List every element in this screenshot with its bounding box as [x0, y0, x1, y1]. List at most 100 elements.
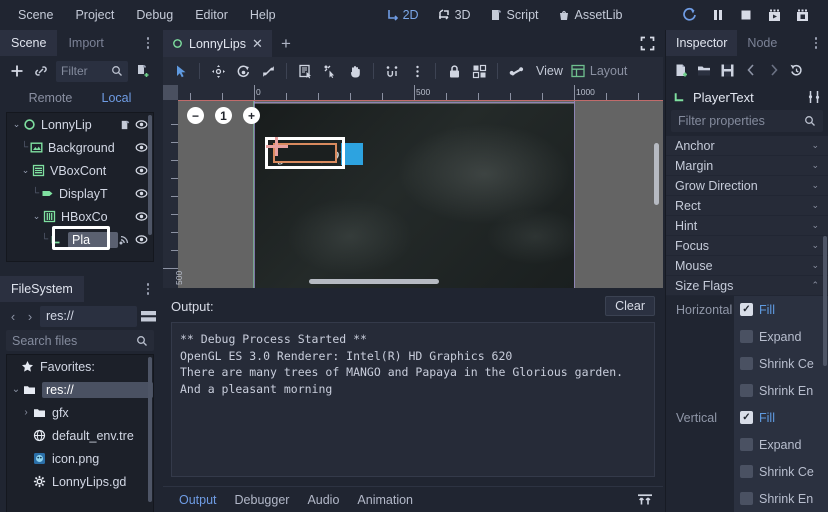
tab-animation[interactable]: Animation	[349, 490, 421, 510]
list-select-tool[interactable]	[293, 59, 317, 83]
menu-scene[interactable]: Scene	[8, 4, 63, 26]
create-script-icon[interactable]	[132, 60, 154, 82]
checkbox-horizontal-shrink-end[interactable]: Shrink En	[734, 377, 828, 404]
scene-tree-scrollbar[interactable]	[148, 115, 152, 235]
inspector-scrollbar[interactable]	[823, 236, 827, 366]
visibility-icon[interactable]	[135, 187, 148, 200]
tab-remote[interactable]: Remote	[29, 91, 73, 105]
checkbox-horizontal-expand[interactable]: Expand	[734, 323, 828, 350]
checkbox-icon[interactable]	[740, 465, 753, 478]
save-icon[interactable]	[717, 60, 738, 81]
menu-help[interactable]: Help	[240, 4, 286, 26]
scene-dock-menu-icon[interactable]	[142, 34, 154, 52]
checkbox-vertical-shrink-end[interactable]: Shrink En	[734, 485, 828, 512]
checkbox-icon[interactable]	[740, 411, 753, 424]
zoom-out-button[interactable]: −	[187, 107, 204, 124]
bone-tool[interactable]	[504, 59, 528, 83]
scene-tree-row-playertext[interactable]: └ Pla	[7, 228, 153, 251]
viewport-horizontal-scrollbar[interactable]	[309, 279, 439, 284]
filesystem-row-lonnylips-gd[interactable]: LonnyLips.gd	[7, 470, 153, 493]
filesystem-row-gfx[interactable]: › gfx	[7, 401, 153, 424]
horizontal-ruler[interactable]: 0 500 1000	[163, 85, 663, 100]
inspector-filter-input[interactable]: Filter properties	[671, 110, 823, 132]
expand-arrow-icon[interactable]: ⌄	[20, 165, 31, 176]
visibility-icon[interactable]	[135, 233, 148, 246]
property-mouse[interactable]: Mouse ⌄	[666, 256, 828, 276]
tab-local[interactable]: Local	[102, 91, 132, 105]
chevron-down-icon[interactable]: ⌄	[811, 200, 819, 211]
checkbox-horizontal-fill[interactable]: Fill	[734, 296, 828, 323]
output-log[interactable]: ** Debug Process Started ** OpenGL ES 3.…	[171, 322, 655, 477]
chevron-down-icon[interactable]: ⌄	[811, 160, 819, 171]
checkbox-icon[interactable]	[740, 438, 753, 451]
expand-arrow-icon[interactable]: ⌄	[11, 119, 22, 130]
select-tool[interactable]	[169, 59, 193, 83]
collapse-bottom-icon[interactable]	[637, 493, 653, 506]
chalkboard-background-sprite[interactable]: Javatpoint	[254, 104, 574, 288]
checkbox-horizontal-shrink-center[interactable]: Shrink Ce	[734, 350, 828, 377]
checkbox-vertical-fill[interactable]: Fill	[734, 404, 828, 431]
vertical-ruler[interactable]: 500	[163, 85, 184, 288]
open-resource-icon[interactable]	[694, 60, 715, 81]
scene-tree-row-background[interactable]: └ Background	[7, 136, 153, 159]
add-node-icon[interactable]	[6, 60, 28, 82]
pause-button[interactable]	[709, 6, 727, 24]
clear-output-button[interactable]: Clear	[605, 296, 655, 316]
chevron-down-icon[interactable]: ⌄	[811, 220, 819, 231]
new-scene-tab-button[interactable]: +	[272, 30, 300, 57]
chevron-down-icon[interactable]: ⌄	[811, 140, 819, 151]
scale-tool[interactable]	[256, 59, 280, 83]
mode-assetlib-button[interactable]: AssetLib	[550, 5, 630, 25]
tab-output[interactable]: Output	[171, 490, 225, 510]
tab-scene[interactable]: Scene	[0, 30, 58, 56]
tab-audio[interactable]: Audio	[299, 490, 347, 510]
chevron-down-icon[interactable]: ⌄	[811, 260, 819, 271]
canvas-viewport[interactable]: Javatpoint − 1 +	[163, 85, 663, 288]
checkbox-icon[interactable]	[740, 384, 753, 397]
link-icon[interactable]	[30, 60, 52, 82]
move-tool[interactable]	[206, 59, 230, 83]
scene-tree-row-hboxco[interactable]: ⌄ HBoxCo	[7, 205, 153, 228]
chevron-down-icon[interactable]: ⌄	[811, 240, 819, 251]
play-button[interactable]	[681, 6, 699, 24]
expand-arrow-icon[interactable]: ›	[20, 407, 32, 418]
ruler-corner-button[interactable]	[163, 85, 178, 100]
expand-arrow-icon[interactable]: ⌄	[31, 211, 42, 222]
new-resource-icon[interactable]	[671, 60, 692, 81]
object-tools-icon[interactable]	[807, 90, 821, 104]
snap-tool[interactable]	[380, 59, 404, 83]
scene-tree-row-lonnylip[interactable]: ⌄ LonnyLip	[7, 113, 153, 136]
visibility-icon[interactable]	[135, 118, 148, 131]
filesystem-row-res[interactable]: ⌄ res://	[7, 378, 153, 401]
chevron-right-icon[interactable]	[763, 60, 784, 81]
visibility-icon[interactable]	[135, 210, 148, 223]
filesystem-scrollbar[interactable]	[148, 357, 152, 502]
script-icon[interactable]	[119, 119, 131, 131]
layout-menu-button[interactable]: Layout	[571, 64, 634, 78]
tab-import[interactable]: Import	[57, 30, 114, 56]
chevron-left-icon[interactable]	[740, 60, 761, 81]
pan-tool[interactable]	[343, 59, 367, 83]
checkbox-vertical-expand[interactable]: Expand	[734, 431, 828, 458]
filesystem-search-input[interactable]: Search files	[6, 330, 154, 351]
node-pivot-handle-vertical[interactable]	[275, 137, 278, 156]
property-grow-direction[interactable]: Grow Direction ⌄	[666, 176, 828, 196]
scene-filter-input[interactable]: Filter	[56, 60, 128, 82]
zoom-reset-button[interactable]: 1	[215, 107, 232, 124]
inspector-dock-menu-icon[interactable]	[810, 34, 822, 52]
chevron-down-icon[interactable]: ⌄	[811, 180, 819, 191]
play-custom-scene-button[interactable]	[793, 6, 811, 24]
rotate-tool[interactable]	[231, 59, 255, 83]
property-rect[interactable]: Rect ⌄	[666, 196, 828, 216]
scene-tab-lonnylips[interactable]: LonnyLips ✕	[163, 30, 272, 57]
filesystem-path-field[interactable]: res://	[40, 305, 137, 327]
group-tool[interactable]	[467, 59, 491, 83]
split-mode-icon[interactable]	[140, 309, 156, 324]
checkbox-icon[interactable]	[740, 492, 753, 505]
scene-tree-row-vboxcont[interactable]: ⌄ VBoxCont	[7, 159, 153, 182]
filesystem-row-default-env[interactable]: default_env.tre	[7, 424, 153, 447]
play-scene-button[interactable]	[765, 6, 783, 24]
nav-back-button[interactable]: ‹	[6, 309, 20, 324]
property-hint[interactable]: Hint ⌄	[666, 216, 828, 236]
viewport-vertical-scrollbar[interactable]	[654, 143, 659, 205]
